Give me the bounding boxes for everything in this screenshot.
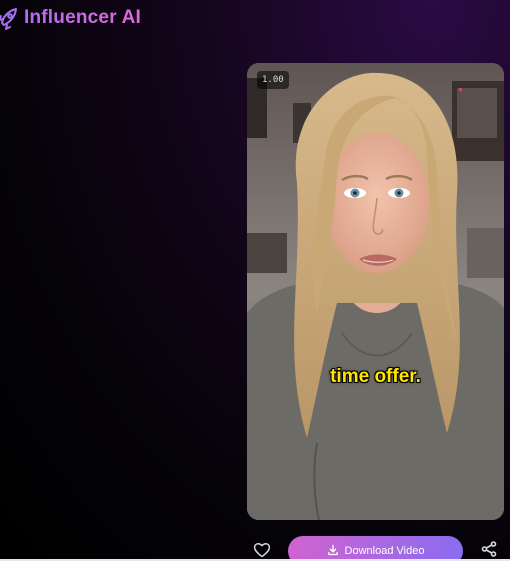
- download-icon: [327, 544, 339, 559]
- share-icon[interactable]: [481, 541, 497, 557]
- heart-icon[interactable]: [253, 542, 271, 558]
- download-video-label: Download Video: [344, 545, 425, 557]
- playback-speed-badge[interactable]: 1.00: [257, 71, 289, 89]
- brand: Influencer AI: [0, 6, 141, 30]
- video-player[interactable]: 1.00 time offer.: [247, 63, 504, 520]
- recording-dot: [459, 88, 462, 91]
- rocket-icon: [0, 6, 18, 30]
- video-caption: time offer.: [330, 366, 421, 387]
- app-title: Influencer AI: [24, 7, 141, 28]
- action-bar: Download Video: [0, 534, 510, 561]
- video-frame: [247, 63, 504, 520]
- download-video-button[interactable]: Download Video: [288, 536, 463, 561]
